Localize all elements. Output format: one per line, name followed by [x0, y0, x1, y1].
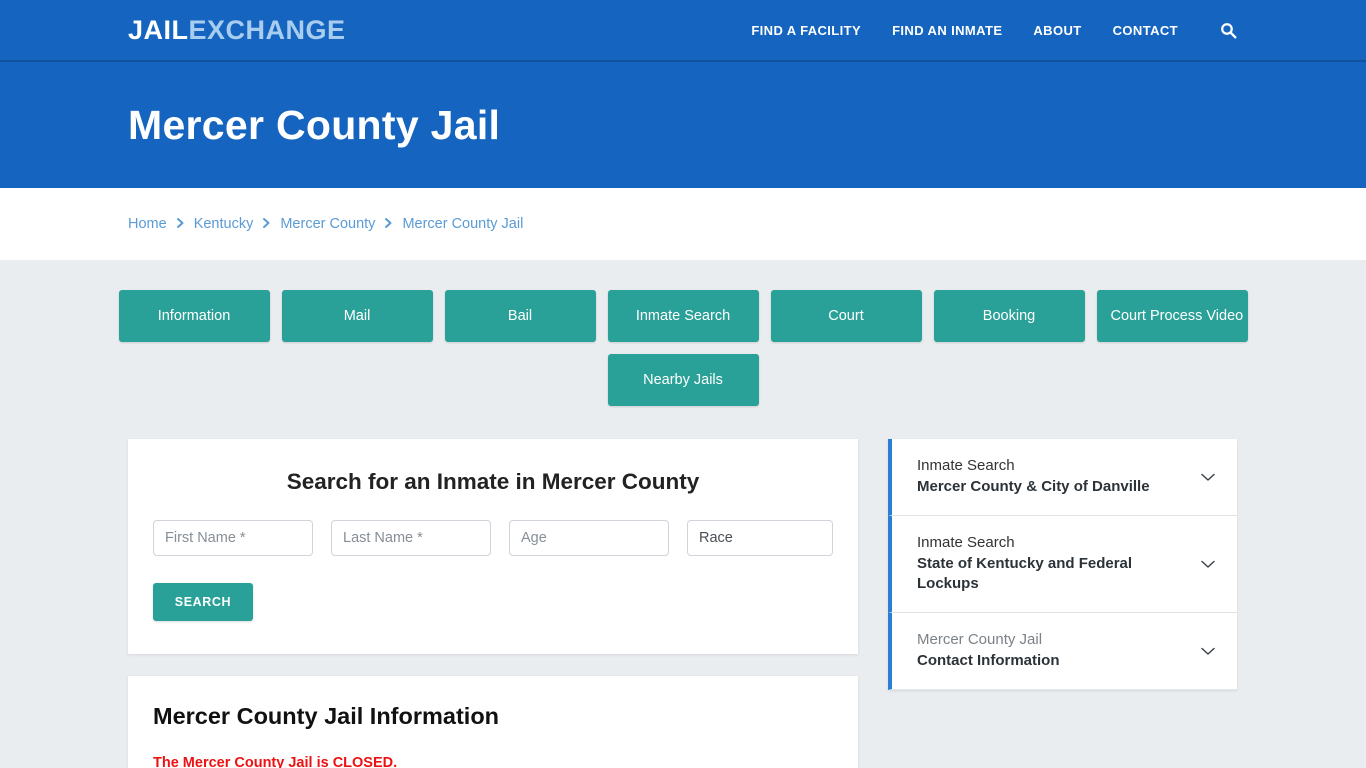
accordion-line-2: State of Kentucky and Federal Lockups — [917, 554, 1133, 593]
accordion-item-inmate-search-state[interactable]: Inmate Search State of Kentucky and Fede… — [888, 516, 1237, 614]
race-select[interactable]: Race — [687, 520, 833, 556]
search-icon[interactable] — [1218, 20, 1238, 40]
inmate-search-card: Search for an Inmate in Mercer County Ra… — [128, 439, 858, 654]
breadcrumb-separator — [384, 217, 393, 232]
logo-text-secondary: EXCHANGE — [188, 14, 346, 45]
logo-text-primary: JAIL — [128, 14, 189, 45]
section-tabs-row-1: Information Mail Bail Inmate Search Cour… — [118, 290, 1248, 342]
search-card-title: Search for an Inmate in Mercer County — [286, 469, 700, 494]
sidebar-column: Inmate Search Mercer County & City of Da… — [888, 439, 1237, 691]
breadcrumb-item-mercer-county-jail[interactable]: Mercer County Jail — [402, 216, 523, 232]
content-columns: Search for an Inmate in Mercer County Ra… — [128, 439, 1238, 768]
tab-mail[interactable]: Mail — [281, 290, 433, 342]
tab-court-process-video[interactable]: Court Process Video — [1096, 290, 1248, 342]
accordion-text: Inmate Search Mercer County & City of Da… — [917, 456, 1185, 497]
accordion-line-2: Mercer County & City of Danville — [917, 478, 1150, 495]
tab-nearby-jails[interactable]: Nearby Jails — [607, 354, 759, 406]
section-tabs-row-2: Nearby Jails — [128, 354, 1238, 406]
chevron-down-icon[interactable] — [1197, 466, 1219, 488]
first-name-input[interactable] — [153, 520, 313, 556]
accordion-text: Mercer County Jail Contact Information — [917, 630, 1185, 671]
search-submit-button[interactable]: SEARCH — [153, 583, 253, 621]
primary-nav-links: FIND A FACILITY FIND AN INMATE ABOUT CON… — [751, 20, 1238, 40]
information-heading: Mercer County Jail Information — [153, 703, 500, 729]
tab-booking[interactable]: Booking — [933, 290, 1085, 342]
nav-item-find-a-facility[interactable]: FIND A FACILITY — [751, 23, 861, 38]
closed-notice: The Mercer County Jail is CLOSED. — [153, 755, 398, 768]
tab-bail[interactable]: Bail — [444, 290, 596, 342]
breadcrumb-separator — [262, 217, 271, 232]
chevron-down-icon[interactable] — [1197, 640, 1219, 662]
main-column: Search for an Inmate in Mercer County Ra… — [128, 439, 858, 768]
accordion-text: Inmate Search State of Kentucky and Fede… — [917, 533, 1185, 595]
breadcrumb-bar: Home Kentucky Mercer County Mercer Count… — [0, 188, 1366, 260]
search-fields: Race — [148, 520, 838, 556]
breadcrumb-item-mercer-county[interactable]: Mercer County — [280, 216, 375, 232]
accordion-line-1: Mercer County Jail — [917, 631, 1043, 649]
accordion-line-1: Inmate Search — [917, 457, 1015, 475]
hero-banner: Mercer County Jail — [0, 62, 1366, 188]
tab-court[interactable]: Court — [770, 290, 922, 342]
accordion-line-1: Inmate Search — [917, 534, 1015, 551]
site-logo[interactable]: JAILEXCHANGE — [128, 14, 346, 45]
breadcrumb-separator — [176, 217, 185, 232]
breadcrumb-item-kentucky[interactable]: Kentucky — [194, 216, 254, 232]
tab-information[interactable]: Information — [118, 290, 270, 342]
accordion-item-contact-information[interactable]: Mercer County Jail Contact Information — [888, 613, 1237, 691]
accordion-item-inmate-search-county[interactable]: Inmate Search Mercer County & City of Da… — [888, 439, 1237, 516]
top-navigation-bar: JAILEXCHANGE FIND A FACILITY FIND AN INM… — [0, 0, 1366, 62]
last-name-input[interactable] — [331, 520, 491, 556]
jail-information-card: Mercer County Jail Information The Merce… — [128, 676, 858, 768]
chevron-down-icon[interactable] — [1197, 553, 1219, 575]
nav-item-about[interactable]: ABOUT — [1033, 23, 1081, 38]
page-body: Information Mail Bail Inmate Search Cour… — [0, 260, 1366, 768]
nav-item-contact[interactable]: CONTACT — [1113, 23, 1178, 38]
breadcrumb: Home Kentucky Mercer County Mercer Count… — [128, 216, 523, 232]
accordion-line-2: Contact Information — [917, 652, 1060, 670]
breadcrumb-item-home[interactable]: Home — [128, 216, 167, 232]
nav-item-find-an-inmate[interactable]: FIND AN INMATE — [892, 23, 1002, 38]
age-input[interactable] — [509, 520, 669, 556]
tab-inmate-search[interactable]: Inmate Search — [607, 290, 759, 342]
page-title: Mercer County Jail — [128, 101, 501, 148]
